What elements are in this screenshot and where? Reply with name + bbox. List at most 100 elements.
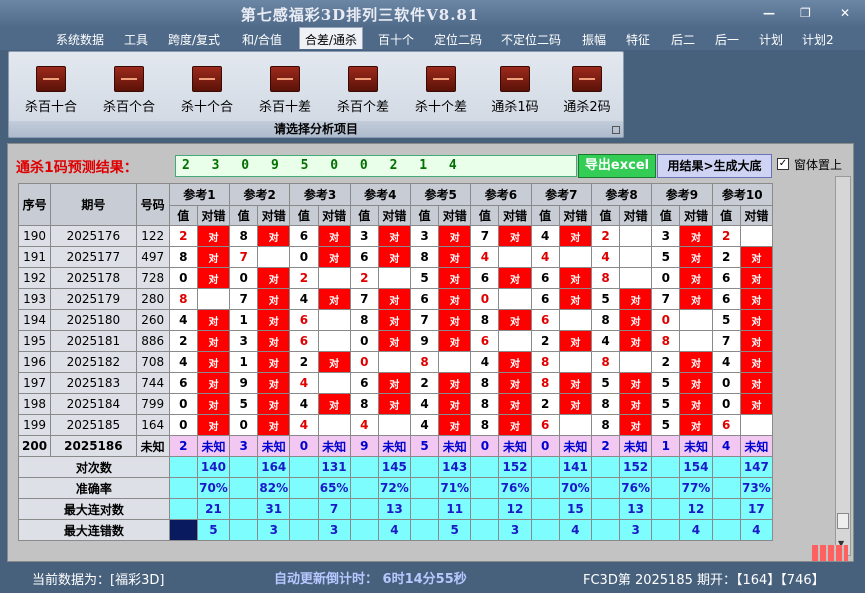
status-bar: 当前数据为：[福彩3D] 自动更新倒计时： 6时14分55秒 FC3D第 202… [0, 563, 865, 593]
check-cell: 对 [438, 288, 472, 310]
value-cell: 1 [651, 435, 681, 457]
check-subheader: 对错 [438, 205, 472, 226]
export-excel-button[interactable]: 导出excel [578, 154, 656, 178]
ribbon-button-8[interactable]: 通杀2码 [547, 60, 627, 115]
table-row[interactable]: 198 2025184 799 0 对 5 对 4 对 8 对 4 对 8 对 2 对 8 对 5 对 0 对 [17, 393, 774, 415]
check-cell: 对 [377, 288, 411, 310]
app-title: 第七感福彩3D排列三软件V8.81 [240, 6, 480, 24]
restore-icon[interactable]: ❐ [800, 6, 811, 20]
ribbon-button-2[interactable]: 杀百个合 [89, 60, 169, 115]
table-row[interactable]: 191 2025177 497 8 对 7 0 对 6 对 8 对 4 4 4 5 对 2 对 [17, 246, 774, 268]
table-row[interactable]: 193 2025179 280 8 7 对 4 对 7 对 6 对 0 6 对 5 对 7 对 6 对 [17, 288, 774, 310]
generate-base-button[interactable]: 用结果>生成大底 [657, 154, 772, 178]
value-cell: 4 [409, 393, 440, 415]
value-cell: 3 [229, 435, 259, 457]
menu-sum-diff[interactable]: 合差/通杀 [299, 27, 364, 49]
check-cell: 对 [196, 267, 231, 289]
check-cell: 对 [317, 246, 351, 268]
value-cell: 4 [349, 414, 379, 436]
number-cell: 886 [135, 330, 170, 352]
vertical-scrollbar[interactable]: ▼ [835, 176, 851, 556]
check-cell: 未知 [438, 435, 472, 457]
table-row[interactable]: 192 2025178 728 0 对 0 对 2 2 5 对 6 对 6 对 8 0 对 6 对 [17, 267, 774, 289]
table-row[interactable]: 195 2025181 886 2 对 3 对 6 0 对 9 对 6 2 对 4 对 8 7 对 [17, 330, 774, 352]
stat-spacer [229, 477, 259, 499]
check-cell: 对 [438, 393, 472, 415]
value-cell: 6 [349, 372, 379, 394]
value-cell: 6 [530, 288, 560, 310]
menu-plan2[interactable]: 计划2 [802, 31, 834, 48]
menu-system-data[interactable]: 系统数据 [56, 31, 104, 48]
value-cell: 4 [530, 246, 560, 268]
stat-value: 4 [679, 519, 713, 541]
value-cell: 8 [349, 309, 379, 331]
stat-spacer [590, 519, 621, 541]
ribbon-button-5[interactable]: 杀百个差 [323, 60, 403, 115]
value-cell: 8 [470, 393, 500, 415]
table-row[interactable]: 197 2025183 744 6 对 9 对 4 6 对 2 对 8 对 8 对 5 对 5 对 0 对 [17, 372, 774, 394]
menu-amplitude[interactable]: 振幅 [582, 31, 606, 48]
stat-value: 13 [619, 498, 653, 520]
check-cell: 对 [679, 246, 713, 268]
menu-feature[interactable]: 特征 [626, 31, 650, 48]
ribbon-button-3[interactable]: 杀十个合 [167, 60, 247, 115]
check-cell: 对 [679, 267, 713, 289]
value-cell: 4 [470, 351, 500, 373]
ribbon-button-1[interactable]: 杀百十合 [11, 60, 91, 115]
table-row[interactable]: 194 2025180 260 4 对 1 对 6 8 对 7 对 8 对 6 8 对 0 5 对 [17, 309, 774, 331]
menu-last-two[interactable]: 后二 [671, 31, 695, 48]
value-cell: 4 [289, 414, 319, 436]
close-icon[interactable]: ✕ [840, 6, 850, 20]
menu-sum[interactable]: 和/合值 [242, 31, 282, 48]
title-bar: 第七感福彩3D排列三软件V8.81 — ❐ ✕ [0, 0, 865, 28]
expand-icon[interactable] [612, 126, 620, 134]
menu-plan[interactable]: 计划 [759, 31, 783, 48]
value-cell: 0 [289, 435, 319, 457]
menu-last-one[interactable]: 后一 [715, 31, 739, 48]
value-cell: 0 [229, 414, 259, 436]
value-cell: 8 [470, 309, 500, 331]
ribbon-button-6[interactable]: 杀十个差 [401, 60, 481, 115]
stat-value: 13 [377, 498, 411, 520]
stat-spacer [289, 456, 319, 478]
topmost-label: 窗体置上 [794, 158, 843, 172]
check-cell: 对 [558, 288, 592, 310]
value-cell: 6 [349, 246, 379, 268]
prediction-field[interactable]: 2 3 0 9 5 0 0 2 1 4 [175, 155, 577, 177]
check-cell [558, 414, 592, 436]
value-cell: 8 [590, 309, 621, 331]
menu-position[interactable]: 百十个 [378, 31, 414, 48]
seq-cell: 194 [17, 309, 52, 331]
stat-value: 12 [498, 498, 532, 520]
ribbon-button-4[interactable]: 杀百十差 [245, 60, 325, 115]
table-row[interactable]: 190 2025176 122 2 对 8 对 6 对 3 对 3 对 7 对 4 对 2 3 对 2 [17, 225, 774, 247]
check-cell [619, 246, 653, 268]
table-row[interactable]: 199 2025185 164 0 对 0 对 4 4 4 对 8 对 6 8 对 5 对 6 [17, 414, 774, 436]
issue-cell: 2025182 [50, 351, 137, 373]
ref-group-header: 参考1 [168, 183, 231, 206]
stat-spacer [651, 477, 681, 499]
seq-cell: 199 [17, 414, 52, 436]
prediction-label: 通杀1码预测结果： [16, 160, 138, 176]
pending-row[interactable]: 200 2025186 未知 2 未知 3 未知 0 未知 9 未知 5 未知 0 未知 0 未知 2 未知 1 未知 4… [17, 435, 774, 457]
menu-tools[interactable]: 工具 [124, 31, 148, 48]
table-row[interactable]: 196 2025182 708 4 对 1 对 2 对 0 8 4 对 8 8 2 对 4 对 [17, 351, 774, 373]
menu-free-two[interactable]: 不定位二码 [501, 31, 561, 48]
topmost-checkbox[interactable]: ✓ [777, 158, 789, 170]
value-cell: 1 [229, 351, 259, 373]
check-cell [739, 225, 774, 247]
value-cell: 0 [651, 309, 681, 331]
stat-row: 对次数 140 164 131 145 143 152 141 152 154 147 [18, 456, 774, 478]
menu-fixed-two[interactable]: 定位二码 [434, 31, 482, 48]
value-cell: 1 [229, 309, 259, 331]
check-subheader: 对错 [377, 205, 411, 226]
menu-span[interactable]: 跨度/复式 [168, 31, 220, 48]
check-cell: 对 [377, 246, 411, 268]
minimize-icon[interactable]: — [763, 6, 775, 20]
scroll-thumb[interactable] [837, 513, 849, 529]
ribbon-button-7[interactable]: 通杀1码 [475, 60, 555, 115]
ribbon-caption: 请选择分析项目 [9, 121, 623, 137]
check-cell [739, 414, 774, 436]
stat-spacer [409, 456, 440, 478]
issue-cell: 2025178 [50, 267, 137, 289]
